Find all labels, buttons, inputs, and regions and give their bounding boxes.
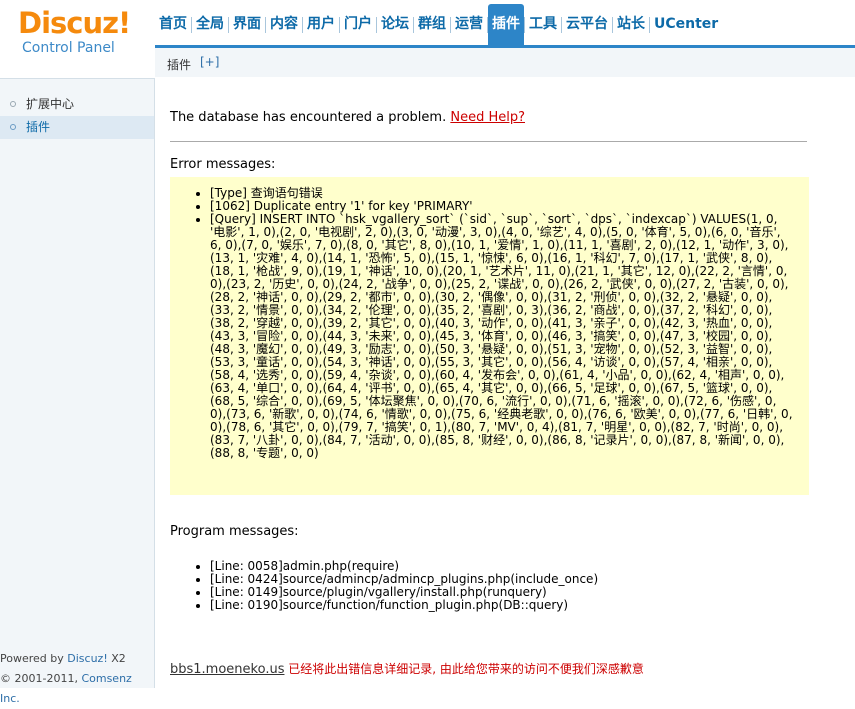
problem-message: The database has encountered a problem. … (170, 110, 525, 125)
logo-subtitle: Control Panel (22, 40, 115, 56)
nav-tab-2[interactable]: 界面 (229, 4, 265, 45)
circle-bullet-icon (10, 101, 16, 107)
error-item: [Query] INSERT INTO `hsk_vgallery_sort` … (210, 213, 795, 460)
program-list: [Line: 0058]admin.php(require) [Line: 04… (194, 560, 794, 612)
nav-tab-3[interactable]: 内容 (266, 4, 302, 45)
header: Discuz! Control Panel 首页 全局 界面 内容 用户 门户 论坛 群组 运营… (0, 0, 855, 78)
error-list: [Type] 查询语句错误 [1062] Duplicate entry '1'… (194, 187, 795, 460)
nav-tab-6[interactable]: 论坛 (377, 4, 413, 45)
powered-prefix: Powered by (0, 652, 68, 665)
discuz-link[interactable]: Discuz! (67, 652, 107, 665)
sidebar-item-label: 扩展中心 (26, 97, 75, 111)
error-messages-box: [Type] 查询语句错误 [1062] Duplicate entry '1'… (170, 177, 809, 495)
nav-tab-12[interactable]: 站长 (613, 4, 649, 45)
nav-tab-13[interactable]: UCenter (650, 4, 722, 45)
top-navigation: 首页 全局 界面 内容 用户 门户 论坛 群组 运营 插件 工具 云平台 站长 UCenter (155, 4, 722, 45)
circle-bullet-icon (10, 124, 16, 130)
nav-tab-4[interactable]: 用户 (303, 4, 339, 45)
program-messages: [Line: 0058]admin.php(require) [Line: 04… (194, 560, 794, 612)
program-item: [Line: 0190]source/function/function_plu… (210, 599, 794, 612)
error-messages-label: Error messages: (170, 157, 276, 172)
sidebar-item-label: 插件 (26, 120, 51, 134)
problem-text: The database has encountered a problem. (170, 110, 451, 125)
nav-tab-8[interactable]: 运营 (451, 4, 487, 45)
discuz-logo[interactable]: Discuz! Control Panel (18, 6, 138, 62)
error-footer: bbs1.moeneko.us 已经将此出错信息详细记录, 由此给您带来的访问不… (170, 660, 644, 677)
logo-brand: Discuz! (18, 6, 131, 40)
nav-tab-11[interactable]: 云平台 (562, 4, 612, 45)
site-link[interactable]: bbs1.moeneko.us (170, 662, 284, 677)
sidebar-item-extension-center[interactable]: 扩展中心 (0, 93, 154, 116)
nav-tab-0[interactable]: 首页 (155, 4, 191, 45)
nav-tab-5[interactable]: 门户 (340, 4, 376, 45)
sub-navigation-bar: 插件 [+] (155, 45, 855, 77)
subnav-expand-button[interactable]: [+] (200, 55, 219, 69)
error-logged-note: 已经将此出错信息详细记录, 由此给您带来的访问不便我们深感歉意 (284, 662, 644, 676)
sidebar: 扩展中心 插件 Powered by Discuz! X2 © 2001-201… (0, 78, 155, 705)
nav-tab-9[interactable]: 插件 (488, 4, 524, 45)
nav-tab-10[interactable]: 工具 (525, 4, 561, 45)
need-help-link[interactable]: Need Help? (450, 110, 525, 125)
powered-by: Powered by Discuz! X2 © 2001-2011, Comse… (0, 649, 154, 709)
nav-tab-7[interactable]: 群组 (414, 4, 450, 45)
subnav-plugin[interactable]: 插件 (167, 56, 191, 73)
nav-tab-1[interactable]: 全局 (192, 4, 228, 45)
divider (170, 141, 807, 142)
program-messages-label: Program messages: (170, 524, 299, 539)
powered-version: X2 (107, 652, 126, 665)
copyright-text: © 2001-2011, (0, 672, 82, 685)
sidebar-item-plugins[interactable]: 插件 (0, 116, 154, 139)
